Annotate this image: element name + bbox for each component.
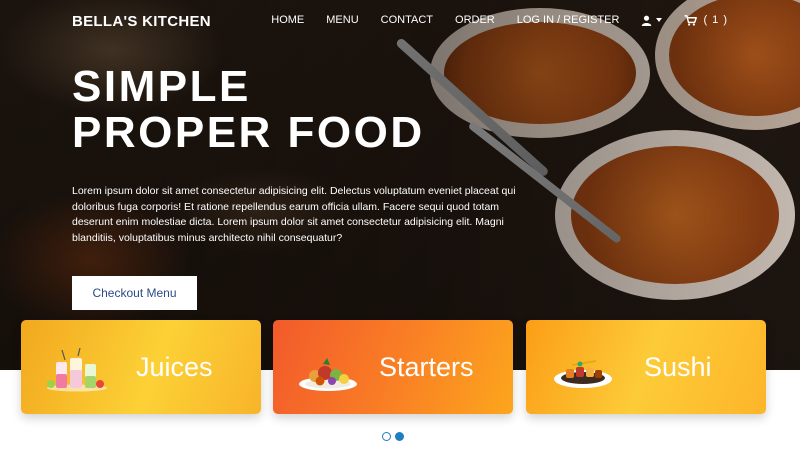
juice-glasses-image [47,348,107,392]
nav-menu-link[interactable]: MENU [326,14,358,26]
nav-login-link[interactable]: LOG IN / REGISTER [517,14,620,26]
category-card-sushi[interactable]: Sushi [526,320,766,414]
category-label: Starters [379,352,474,382]
hero-description: Lorem ipsum dolor sit amet consectetur a… [72,185,516,244]
chevron-down-icon [656,18,663,22]
nav-links: HOME MENU CONTACT ORDER LOG IN / REGISTE… [249,14,728,26]
hero-title-line-1: SIMPLE [72,62,251,111]
top-navbar: BELLA'S KITCHEN HOME MENU CONTACT ORDER … [0,0,800,42]
sushi-plate-image [554,360,612,388]
nav-home-link[interactable]: HOME [271,14,304,26]
nav-order-link[interactable]: ORDER [455,14,495,26]
cart-icon [684,14,698,26]
hero-section: BELLA'S KITCHEN HOME MENU CONTACT ORDER … [0,0,800,370]
starter-plate-image [299,358,357,391]
user-menu-toggle[interactable] [641,15,663,26]
hero-title: SIMPLE PROPER FOOD [72,64,425,156]
checkout-menu-button[interactable]: Checkout Menu [72,276,197,310]
category-card-starters[interactable]: Starters [273,320,513,414]
category-card-juices[interactable]: Juices [21,320,261,414]
carousel-indicators [382,432,408,441]
user-icon [642,15,652,26]
cart-count: ( 1 ) [703,14,728,26]
category-label: Sushi [644,352,712,382]
nav-contact-link[interactable]: CONTACT [381,14,433,26]
brand-logo[interactable]: BELLA'S KITCHEN [72,13,211,30]
category-label: Juices [136,352,213,382]
carousel-dot-active[interactable] [395,432,404,441]
cart-button[interactable]: ( 1 ) [684,14,728,26]
carousel-dot[interactable] [382,432,391,441]
hero-title-line-2: PROPER FOOD [72,108,425,157]
